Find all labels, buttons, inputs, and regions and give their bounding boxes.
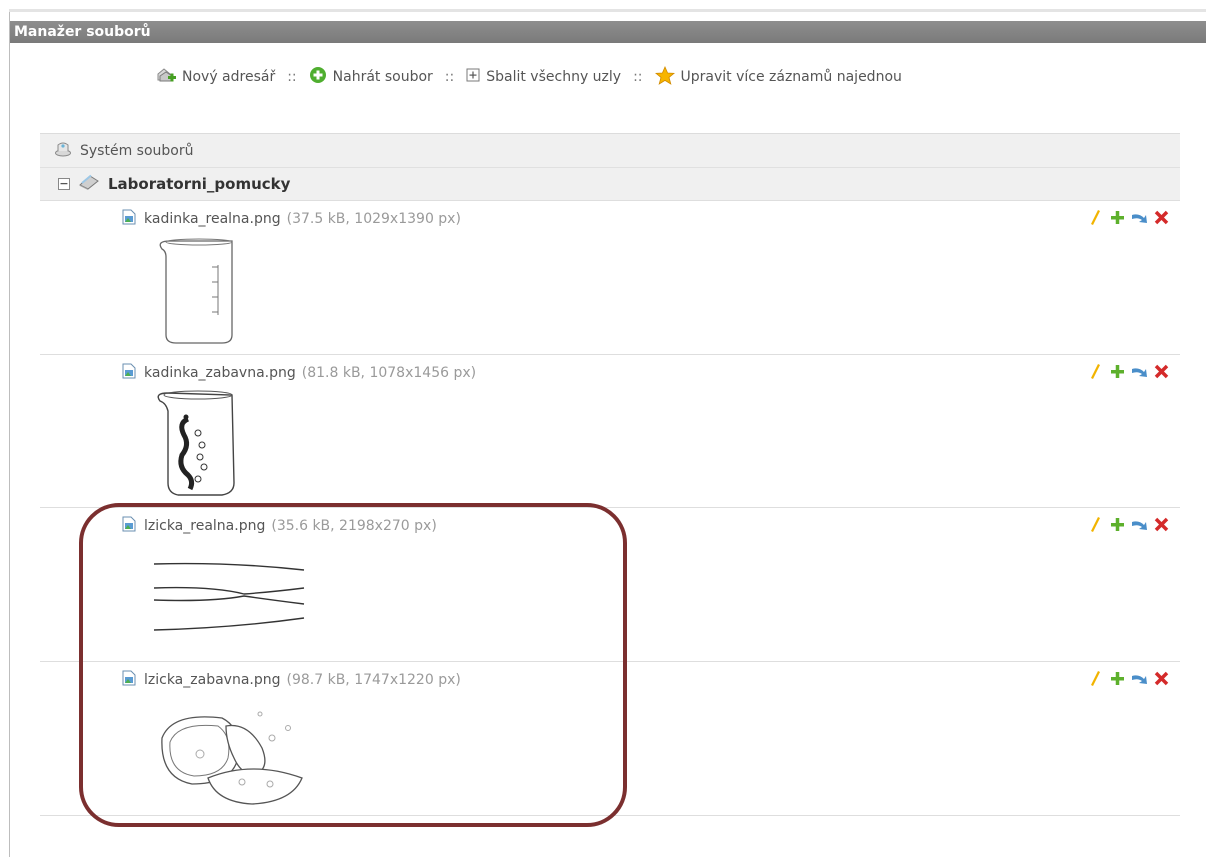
delete-x-icon[interactable] (1153, 670, 1170, 687)
file-tree: Systém souborů − Laboratorni_pomucky kad… (40, 133, 1180, 816)
move-arrow-icon[interactable] (1131, 363, 1148, 380)
file-name[interactable]: kadinka_realna.png (144, 211, 281, 227)
file-name[interactable]: lzicka_zabavna.png (144, 672, 281, 688)
folder-icon (78, 173, 100, 195)
delete-x-icon[interactable] (1153, 363, 1170, 380)
image-file-icon (122, 209, 136, 229)
folder-row[interactable]: − Laboratorni_pomucky (40, 167, 1180, 201)
add-plus-icon[interactable] (1109, 209, 1126, 226)
image-file-icon (122, 516, 136, 536)
toolbar: Nový adresář :: Nahrát soubor :: Sbalit … (156, 65, 1206, 89)
root-label: Systém souborů (80, 142, 194, 159)
file-header: kadinka_realna.png (37.5 kB, 1029x1390 p… (122, 209, 461, 229)
drive-icon (54, 140, 72, 162)
add-plus-icon[interactable] (1109, 363, 1126, 380)
file-actions (1087, 516, 1170, 533)
file-name[interactable]: lzicka_realna.png (144, 518, 265, 534)
collapse-all-button[interactable]: Sbalit všechny uzly (466, 68, 621, 86)
beaker-cartoon-thumbnail[interactable] (152, 389, 242, 503)
file-meta: (98.7 kB, 1747x1220 px) (286, 672, 461, 688)
file-row[interactable]: kadinka_realna.png (37.5 kB, 1029x1390 p… (40, 201, 1180, 355)
file-header: lzicka_realna.png (35.6 kB, 2198x270 px) (122, 516, 437, 536)
edit-pencil-icon[interactable] (1087, 363, 1104, 380)
add-plus-icon[interactable] (1109, 670, 1126, 687)
new-directory-label: Nový adresář (182, 69, 276, 85)
toolbar-separator: :: (287, 69, 297, 85)
delete-x-icon[interactable] (1153, 516, 1170, 533)
delete-x-icon[interactable] (1153, 209, 1170, 226)
collapse-all-label: Sbalit všechny uzly (486, 69, 622, 85)
new-directory-button[interactable]: Nový adresář (156, 66, 275, 88)
file-header: kadinka_zabavna.png (81.8 kB, 1078x1456 … (122, 363, 476, 383)
file-actions (1087, 670, 1170, 687)
expand-square-icon (466, 68, 480, 86)
add-plus-icon[interactable] (1109, 516, 1126, 533)
left-border (9, 12, 10, 857)
beaker-realistic-thumbnail[interactable] (152, 237, 242, 351)
move-arrow-icon[interactable] (1131, 670, 1148, 687)
move-arrow-icon[interactable] (1131, 209, 1148, 226)
file-row[interactable]: kadinka_zabavna.png (81.8 kB, 1078x1456 … (40, 355, 1180, 508)
edit-pencil-icon[interactable] (1087, 516, 1104, 533)
image-file-icon (122, 670, 136, 690)
toolbar-separator: :: (444, 69, 455, 85)
spoon-realistic-thumbnail[interactable] (152, 552, 312, 646)
file-name[interactable]: kadinka_zabavna.png (144, 365, 296, 381)
file-actions (1087, 209, 1170, 226)
star-icon (654, 65, 675, 89)
top-divider (9, 9, 1206, 12)
upload-file-button[interactable]: Nahrát soubor (309, 66, 433, 88)
upload-file-label: Nahrát soubor (332, 69, 433, 85)
move-arrow-icon[interactable] (1131, 516, 1148, 533)
multi-edit-button[interactable]: Upravit více záznamů najednou (654, 65, 902, 89)
toolbar-separator: :: (633, 69, 643, 85)
file-row[interactable]: lzicka_realna.png (35.6 kB, 2198x270 px) (40, 508, 1180, 662)
edit-pencil-icon[interactable] (1087, 670, 1104, 687)
folder-label: Laboratorni_pomucky (108, 175, 291, 193)
new-folder-icon (156, 66, 176, 88)
file-manager-window: Manažer souborů Nový adresář :: Nahrát s… (0, 0, 1206, 857)
file-header: lzicka_zabavna.png (98.7 kB, 1747x1220 p… (122, 670, 461, 690)
file-meta: (35.6 kB, 2198x270 px) (271, 518, 437, 534)
upload-plus-icon (309, 66, 327, 88)
file-meta: (37.5 kB, 1029x1390 px) (286, 211, 461, 227)
file-meta: (81.8 kB, 1078x1456 px) (301, 365, 477, 381)
edit-pencil-icon[interactable] (1087, 209, 1104, 226)
multi-edit-label: Upravit více záznamů najednou (680, 69, 902, 85)
image-file-icon (122, 363, 136, 383)
file-actions (1087, 363, 1170, 380)
tree-root[interactable]: Systém souborů (40, 133, 1180, 167)
collapse-toggle-icon[interactable]: − (58, 178, 70, 190)
window-title: Manažer souborů (10, 21, 1206, 43)
spoon-cartoon-thumbnail[interactable] (152, 698, 332, 812)
file-row[interactable]: lzicka_zabavna.png (98.7 kB, 1747x1220 p… (40, 662, 1180, 816)
